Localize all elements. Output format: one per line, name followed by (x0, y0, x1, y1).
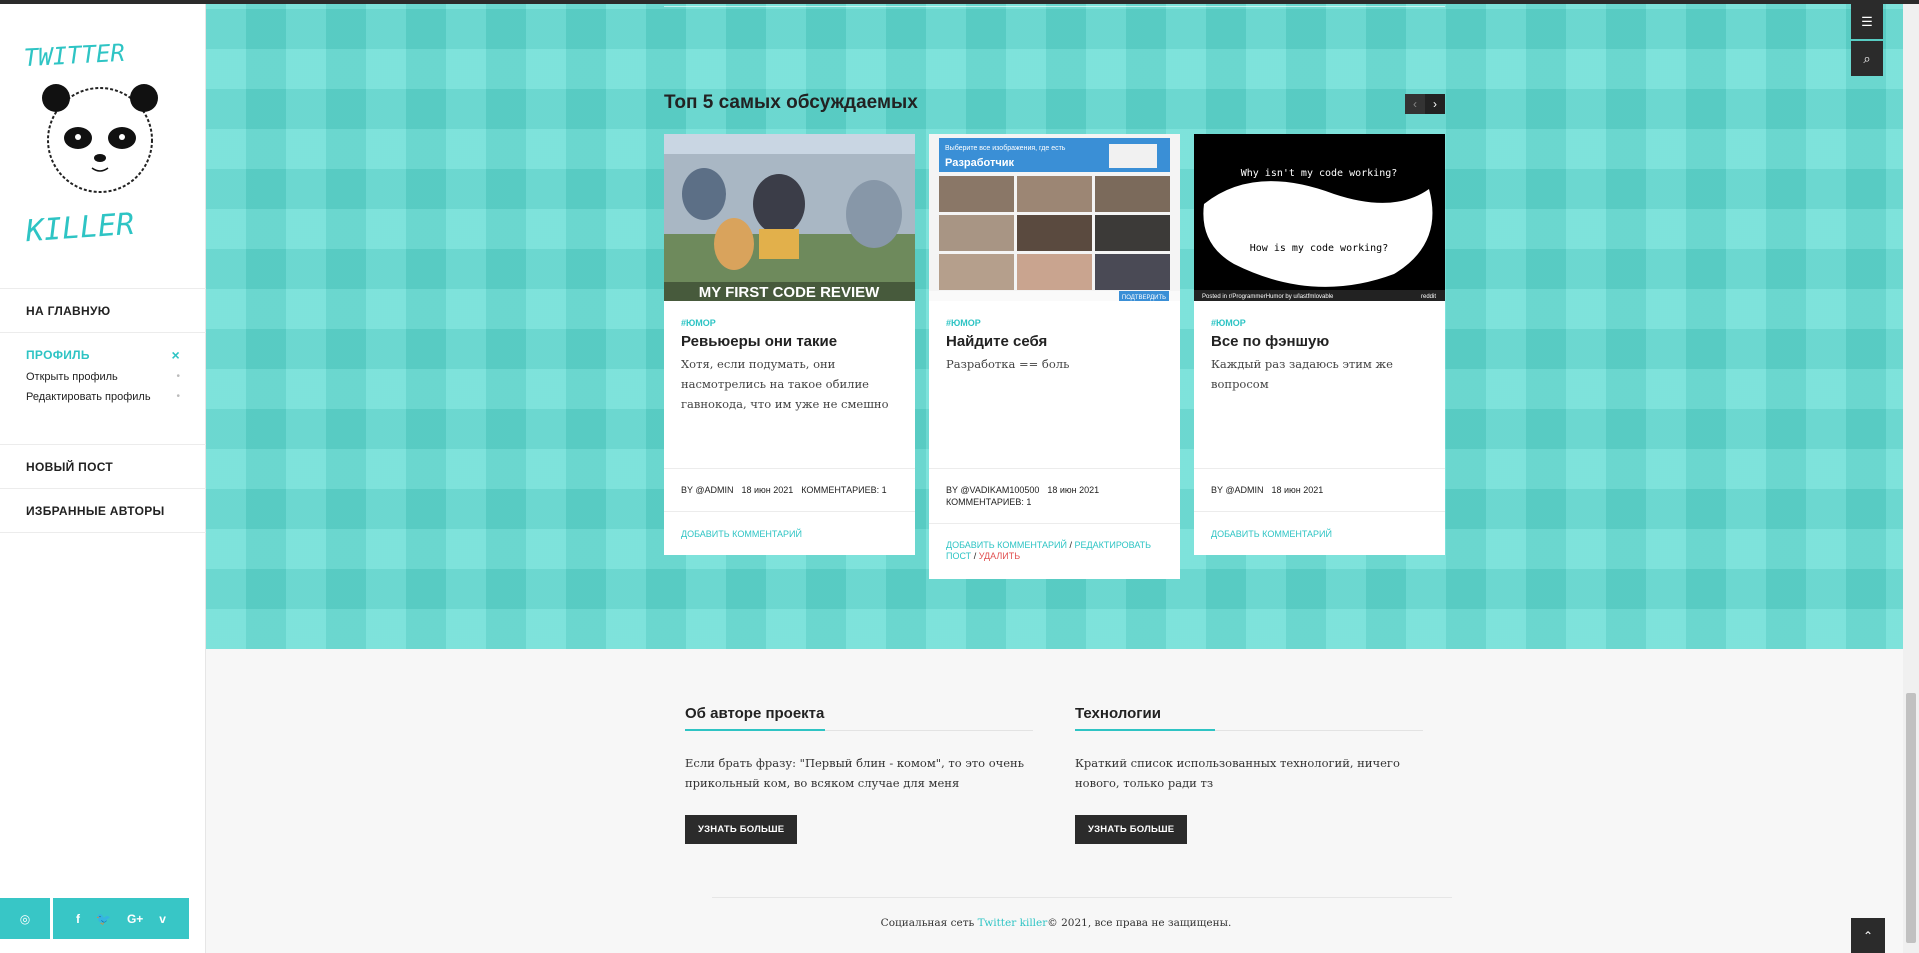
site-link[interactable]: Twitter killer (978, 917, 1048, 929)
svg-text:reddit: reddit (1421, 294, 1436, 300)
post-author[interactable]: BY @VADIKAM100500 (946, 485, 1039, 495)
post-actions: ДОБАВИТЬ КОММЕНТАРИЙ / РЕДАКТИРОВАТЬ ПОС… (929, 523, 1180, 579)
footer-tech-text: Краткий список использованных технологий… (1075, 756, 1400, 790)
post-actions: ДОБАВИТЬ КОММЕНТАРИЙ (664, 511, 915, 555)
post-image[interactable]: Why isn't my code working? How is my cod… (1194, 134, 1445, 301)
footer-about-title: Об авторе проекта (685, 705, 1033, 731)
copyright: Социальная сеть Twitter killer© 2021, вс… (0, 917, 1919, 929)
post-excerpt: Хотя, если подумать, они насмотрелись на… (681, 357, 889, 411)
footer-about-text: Если брать фразу: "Первый блин - комом",… (685, 756, 1024, 790)
footer-tech: Технологии Краткий список использованных… (1075, 705, 1423, 844)
twitter-icon[interactable]: 🐦 (96, 912, 111, 926)
post-date: 18 июн 2021 (741, 485, 794, 495)
learn-more-button[interactable]: УЗНАТЬ БОЛЬШЕ (1075, 815, 1188, 844)
logo[interactable]: TWITTER KILLER (22, 39, 182, 255)
nav-profile-edit[interactable]: Редактировать профиль • (26, 391, 180, 403)
social-links: f 🐦 G+ v (53, 898, 189, 939)
post-excerpt: Разработка == боль (946, 357, 1070, 371)
separator: / (1069, 540, 1072, 550)
carousel-arrows: ‹ › (1405, 94, 1445, 114)
svg-text:Разработчик: Разработчик (945, 157, 1015, 169)
post-date: 18 июн 2021 (1047, 485, 1100, 495)
delete-post-link[interactable]: УДАЛИТЬ (979, 551, 1020, 561)
post-tag[interactable]: #ЮМОР (681, 318, 898, 328)
post-comments-count: КОММЕНТАРИЕВ: 1 (946, 497, 1032, 507)
post-title[interactable]: Найдите себя (946, 333, 1163, 350)
add-comment-link[interactable]: ДОБАВИТЬ КОММЕНТАРИЙ (946, 540, 1067, 550)
add-comment-link[interactable]: ДОБАВИТЬ КОММЕНТАРИЙ (1211, 529, 1332, 539)
svg-text:MY FIRST CODE REVIEW: MY FIRST CODE REVIEW (699, 284, 880, 301)
svg-text:Выберите все изображения, где: Выберите все изображения, где есть (945, 144, 1066, 152)
svg-text:How is my code working?: How is my code working? (1250, 243, 1388, 254)
learn-more-button[interactable]: УЗНАТЬ БОЛЬШЕ (685, 815, 798, 844)
section-title: Топ 5 самых обсуждаемых (664, 92, 918, 113)
main-nav: НА ГЛАВНУЮ ПРОФИЛЬ × Открыть профиль • Р… (0, 288, 206, 533)
google-plus-icon[interactable]: G+ (127, 912, 143, 926)
nav-profile-open[interactable]: Открыть профиль • (26, 371, 180, 383)
nav-profile-open-label[interactable]: Открыть профиль (26, 371, 118, 383)
nav-new-post[interactable]: НОВЫЙ ПОСТ (0, 444, 206, 488)
post-meta: BY @VADIKAM100500 18 июн 2021 КОММЕНТАРИ… (929, 468, 1180, 523)
bullet-icon: • (176, 391, 180, 402)
post-card: Why isn't my code working? How is my cod… (1194, 134, 1445, 555)
vimeo-icon[interactable]: v (159, 912, 166, 926)
svg-text:ПОДТВЕРДИТЬ: ПОДТВЕРДИТЬ (1122, 295, 1166, 301)
sidebar: TWITTER KILLER НА ГЛАВНУЮ ПРОФИЛЬ × Откр… (0, 4, 206, 953)
search-icon[interactable]: ⌕ (1851, 41, 1883, 76)
copyright-prefix: Социальная сеть (880, 917, 978, 929)
top-bar (0, 0, 1919, 4)
footer-divider (712, 897, 1452, 898)
scrollbar[interactable] (1903, 0, 1919, 953)
nav-profile-label[interactable]: ПРОФИЛЬ (26, 348, 90, 362)
footer-tech-title: Технологии (1075, 705, 1423, 731)
instagram-icon[interactable]: ◎ (0, 898, 50, 939)
panda-logo-icon: TWITTER KILLER (23, 39, 158, 250)
nav-home[interactable]: НА ГЛАВНУЮ (0, 288, 206, 332)
post-image[interactable]: MY FIRST CODE REVIEW (664, 134, 915, 301)
post-author[interactable]: BY @ADMIN (681, 485, 733, 495)
svg-text:Why isn't my code working?: Why isn't my code working? (1241, 168, 1398, 179)
post-card: MY FIRST CODE REVIEW #ЮМОР Ревьюеры они … (664, 134, 915, 555)
copyright-suffix: © 2021, все права не защищены. (1047, 917, 1232, 929)
svg-text:Posted in r/ProgrammerHumor by: Posted in r/ProgrammerHumor by u/lastfml… (1202, 294, 1334, 300)
svg-text:KILLER: KILLER (24, 207, 136, 250)
post-image[interactable]: Выберите все изображения, где есть Разра… (929, 134, 1180, 301)
facebook-icon[interactable]: f (76, 912, 80, 926)
post-actions: ДОБАВИТЬ КОММЕНТАРИЙ (1194, 511, 1445, 555)
nav-favorite-authors[interactable]: ИЗБРАННЫЕ АВТОРЫ (0, 488, 206, 532)
bullet-icon: • (176, 371, 180, 382)
chevron-left-icon[interactable]: ‹ (1405, 94, 1425, 114)
post-comments-count: КОММЕНТАРИЕВ: 1 (801, 485, 887, 495)
scrollbar-thumb[interactable] (1906, 693, 1916, 943)
footer-about: Об авторе проекта Если брать фразу: "Пер… (685, 705, 1033, 844)
back-to-top-button[interactable]: ⌃ (1851, 918, 1885, 953)
post-tag[interactable]: #ЮМОР (1211, 318, 1428, 328)
close-icon[interactable]: × (172, 347, 180, 363)
post-tag[interactable]: #ЮМОР (946, 318, 1163, 328)
nav-profile[interactable]: ПРОФИЛЬ × Открыть профиль • Редактироват… (0, 332, 206, 444)
chevron-right-icon[interactable]: › (1425, 94, 1445, 114)
post-date: 18 июн 2021 (1271, 485, 1324, 495)
post-meta: BY @ADMIN 18 июн 2021 КОММЕНТАРИЕВ: 1 (664, 468, 915, 511)
svg-text:TWITTER: TWITTER (23, 40, 125, 72)
separator: / (973, 551, 977, 561)
post-card: Выберите все изображения, где есть Разра… (929, 134, 1180, 579)
post-title[interactable]: Ревьюеры они такие (681, 333, 898, 350)
post-meta: BY @ADMIN 18 июн 2021 (1194, 468, 1445, 511)
post-excerpt: Каждый раз задаюсь этим же вопросом (1211, 357, 1393, 391)
menu-icon[interactable]: ☰ (1851, 4, 1883, 39)
post-author[interactable]: BY @ADMIN (1211, 485, 1263, 495)
nav-profile-edit-label[interactable]: Редактировать профиль (26, 391, 151, 403)
hero-divider (664, 6, 1445, 7)
post-title[interactable]: Все по фэншую (1211, 333, 1428, 350)
social-bar: ◎ f 🐦 G+ v (0, 898, 189, 939)
add-comment-link[interactable]: ДОБАВИТЬ КОММЕНТАРИЙ (681, 529, 802, 539)
